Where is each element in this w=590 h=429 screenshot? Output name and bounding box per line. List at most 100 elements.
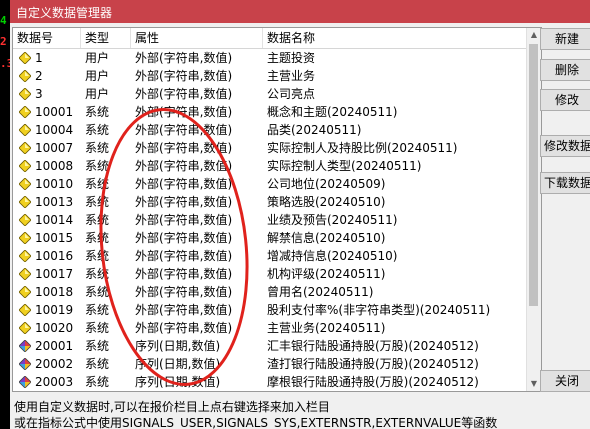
- table-row[interactable]: 10020 系统 外部(字符串,数值) 主营业务(20240511): [13, 319, 527, 337]
- row-id: 3: [35, 87, 43, 101]
- row-type: 系统: [85, 375, 110, 389]
- status-line-1: 使用自定义数据时,可以在报价栏目上点右键选择来加入栏目: [14, 400, 330, 414]
- row-type: 用户: [85, 87, 110, 101]
- table-row[interactable]: 10007 系统 外部(字符串,数值) 实际控制人及持股比例(20240511): [13, 139, 527, 157]
- vertical-scrollbar[interactable]: ▲ ▼: [526, 28, 541, 391]
- row-id: 10016: [35, 249, 74, 263]
- row-name: 增减持信息(20240510): [267, 249, 398, 263]
- row-type: 系统: [85, 231, 110, 245]
- row-name: 公司地位(20240509): [267, 177, 386, 191]
- row-id: 10017: [35, 267, 74, 281]
- row-id: 10014: [35, 213, 74, 227]
- table-row[interactable]: 20003 系统 序列(日期,数值) 摩根银行陆股通持股(万股)(20240512): [13, 373, 527, 391]
- download-data-button[interactable]: 下载数据: [540, 172, 590, 194]
- table-row[interactable]: 3 用户 外部(字符串,数值) 公司亮点: [13, 85, 527, 103]
- row-attribute: 外部(字符串,数值): [135, 105, 233, 119]
- row-name: 汇丰银行陆股通持股(万股)(20240512): [267, 339, 479, 353]
- column-header-type[interactable]: 类型: [81, 28, 131, 48]
- row-type: 系统: [85, 357, 110, 371]
- row-name: 股利支付率%(非字符串类型)(20240511): [267, 303, 491, 317]
- dialog-title: 自定义数据管理器: [16, 6, 113, 20]
- row-id: 10004: [35, 123, 74, 137]
- row-attribute: 外部(字符串,数值): [135, 321, 233, 335]
- table-row[interactable]: 10015 系统 外部(字符串,数值) 解禁信息(20240510): [13, 229, 527, 247]
- row-attribute: 外部(字符串,数值): [135, 69, 233, 83]
- modify-data-button[interactable]: 修改数据: [540, 135, 590, 157]
- row-id: 10015: [35, 231, 74, 245]
- row-type: 系统: [85, 105, 110, 119]
- row-type: 用户: [85, 51, 110, 65]
- row-name: 实际控制人及持股比例(20240511): [267, 141, 458, 155]
- row-attribute: 外部(字符串,数值): [135, 177, 233, 191]
- row-id: 10020: [35, 321, 74, 335]
- modify-button[interactable]: 修改: [540, 89, 590, 111]
- row-attribute: 外部(字符串,数值): [135, 303, 233, 317]
- row-attribute: 序列(日期,数值): [135, 375, 221, 389]
- row-name: 主题投资: [267, 51, 316, 65]
- table-row[interactable]: 10017 系统 外部(字符串,数值) 机构评级(20240511): [13, 265, 527, 283]
- row-attribute: 外部(字符串,数值): [135, 249, 233, 263]
- table-row[interactable]: 10019 系统 外部(字符串,数值) 股利支付率%(非字符串类型)(20240511…: [13, 301, 527, 319]
- row-type: 用户: [85, 69, 110, 83]
- table-row[interactable]: 2 用户 外部(字符串,数值) 主营业务: [13, 67, 527, 85]
- custom-data-manager-dialog: 自定义数据管理器 数据号 类型 属性 数据名称 1 用户 外部(字符串,数值) 主题投…: [10, 0, 590, 429]
- row-attribute: 外部(字符串,数值): [135, 231, 233, 245]
- row-attribute: 外部(字符串,数值): [135, 123, 233, 137]
- table-row[interactable]: 10004 系统 外部(字符串,数值) 品类(20240511): [13, 121, 527, 139]
- delete-button[interactable]: 删除: [540, 59, 590, 81]
- row-type: 系统: [85, 339, 110, 353]
- row-attribute: 外部(字符串,数值): [135, 51, 233, 65]
- row-type: 系统: [85, 321, 110, 335]
- column-header-id[interactable]: 数据号: [13, 28, 81, 48]
- row-id: 10013: [35, 195, 74, 209]
- table-row[interactable]: 10018 系统 外部(字符串,数值) 曾用名(20240511): [13, 283, 527, 301]
- data-list[interactable]: 数据号 类型 属性 数据名称 1 用户 外部(字符串,数值) 主题投资 2 用户 外部(字符…: [12, 27, 542, 392]
- table-row[interactable]: 1 用户 外部(字符串,数值) 主题投资: [13, 49, 527, 67]
- row-attribute: 外部(字符串,数值): [135, 141, 233, 155]
- table-row[interactable]: 10008 系统 外部(字符串,数值) 实际控制人类型(20240511): [13, 157, 527, 175]
- row-name: 公司亮点: [267, 87, 316, 101]
- scroll-down-icon[interactable]: ▼: [527, 377, 541, 391]
- row-name: 策略选股(20240510): [267, 195, 386, 209]
- row-id: 10010: [35, 177, 74, 191]
- row-id: 20002: [35, 357, 74, 371]
- row-attribute: 外部(字符串,数值): [135, 159, 233, 173]
- row-id: 10019: [35, 303, 74, 317]
- row-type: 系统: [85, 195, 110, 209]
- table-row[interactable]: 10016 系统 外部(字符串,数值) 增减持信息(20240510): [13, 247, 527, 265]
- table-row[interactable]: 10001 系统 外部(字符串,数值) 概念和主题(20240511): [13, 103, 527, 121]
- row-attribute: 外部(字符串,数值): [135, 285, 233, 299]
- row-attribute: 外部(字符串,数值): [135, 87, 233, 101]
- status-line-2: 或在指标公式中使用SIGNALS_USER,SIGNALS_SYS,EXTERN…: [14, 416, 498, 429]
- row-id: 20003: [35, 375, 74, 389]
- row-type: 系统: [85, 303, 110, 317]
- table-row[interactable]: 20002 系统 序列(日期,数值) 渣打银行陆股通持股(万股)(20240512): [13, 355, 527, 373]
- column-header-attribute[interactable]: 属性: [131, 28, 263, 48]
- row-id: 10018: [35, 285, 74, 299]
- new-button[interactable]: 新建: [540, 28, 590, 50]
- strip-number-2: 2: [0, 35, 7, 48]
- row-name: 机构评级(20240511): [267, 267, 386, 281]
- row-type: 系统: [85, 213, 110, 227]
- row-name: 摩根银行陆股通持股(万股)(20240512): [267, 375, 479, 389]
- row-attribute: 序列(日期,数值): [135, 357, 221, 371]
- list-header: 数据号 类型 属性 数据名称: [13, 28, 527, 49]
- title-bar[interactable]: 自定义数据管理器: [10, 0, 590, 23]
- row-name: 渣打银行陆股通持股(万股)(20240512): [267, 357, 479, 371]
- row-name: 主营业务: [267, 69, 316, 83]
- close-button[interactable]: 关闭: [540, 370, 590, 392]
- row-type: 系统: [85, 159, 110, 173]
- column-header-name[interactable]: 数据名称: [263, 28, 527, 48]
- scroll-up-icon[interactable]: ▲: [527, 28, 541, 42]
- table-row[interactable]: 20001 系统 序列(日期,数值) 汇丰银行陆股通持股(万股)(20240512): [13, 337, 527, 355]
- row-name: 曾用名(20240511): [267, 285, 374, 299]
- row-attribute: 外部(字符串,数值): [135, 213, 233, 227]
- row-name: 主营业务(20240511): [267, 321, 386, 335]
- table-row[interactable]: 10010 系统 外部(字符串,数值) 公司地位(20240509): [13, 175, 527, 193]
- scrollbar-thumb[interactable]: [529, 44, 538, 306]
- row-name: 解禁信息(20240510): [267, 231, 386, 245]
- row-name: 品类(20240511): [267, 123, 362, 137]
- table-row[interactable]: 10013 系统 外部(字符串,数值) 策略选股(20240510): [13, 193, 527, 211]
- row-attribute: 外部(字符串,数值): [135, 267, 233, 281]
- table-row[interactable]: 10014 系统 外部(字符串,数值) 业绩及预告(20240511): [13, 211, 527, 229]
